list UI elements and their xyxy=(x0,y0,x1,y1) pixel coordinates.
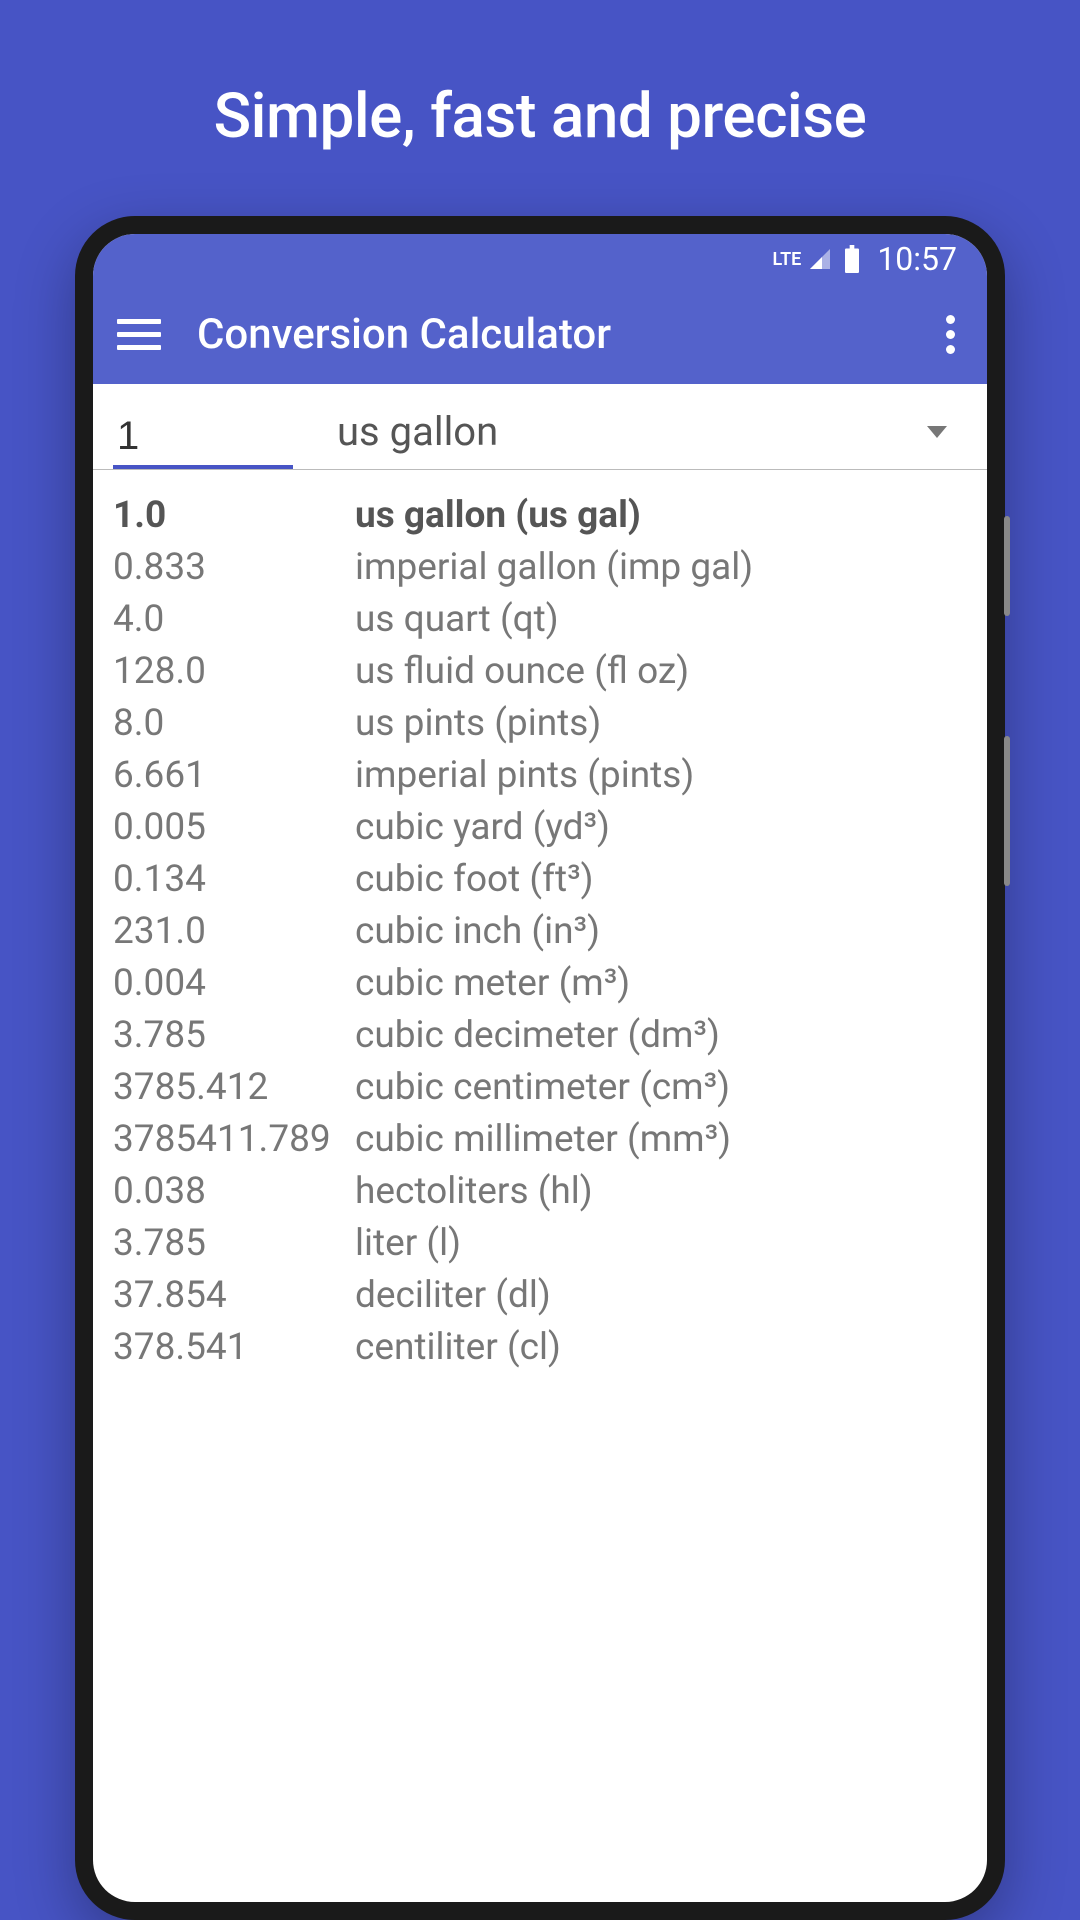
clock: 10:57 xyxy=(877,240,957,278)
result-unit: hectoliters (hl) xyxy=(353,1170,593,1213)
result-row[interactable]: 128.0us fluid ounce (fl oz) xyxy=(113,650,967,693)
result-row[interactable]: 0.038hectoliters (hl) xyxy=(113,1170,967,1213)
result-value: 378.541 xyxy=(113,1326,353,1369)
signal-icon xyxy=(807,247,833,271)
selected-unit-label: us gallon xyxy=(337,408,498,455)
result-row[interactable]: 3785411.789cubic millimeter (mm³) xyxy=(113,1118,967,1161)
result-value: 1.0 xyxy=(113,494,353,537)
result-row[interactable]: 378.541centiliter (cl) xyxy=(113,1326,967,1369)
result-value: 6.661 xyxy=(113,754,353,797)
unit-selector[interactable]: us gallon xyxy=(333,402,967,469)
result-value: 8.0 xyxy=(113,702,353,745)
phone-screen: LTE 10:57 Conversion Calculator us gallo… xyxy=(93,234,987,1902)
result-row[interactable]: 0.833imperial gallon (imp gal) xyxy=(113,546,967,589)
result-row[interactable]: 0.004cubic meter (m³) xyxy=(113,962,967,1005)
result-row[interactable]: 4.0us quart (qt) xyxy=(113,598,967,641)
result-value: 0.004 xyxy=(113,962,353,1005)
result-unit: cubic centimeter (cm³) xyxy=(353,1066,730,1109)
result-unit: cubic inch (in³) xyxy=(353,910,600,953)
result-unit: cubic yard (yd³) xyxy=(353,806,610,849)
status-bar: LTE 10:57 xyxy=(93,234,987,284)
battery-icon xyxy=(843,245,861,273)
quantity-input[interactable] xyxy=(113,408,293,469)
result-unit: us pints (pints) xyxy=(353,702,601,745)
result-unit: cubic millimeter (mm³) xyxy=(353,1118,731,1161)
result-value: 0.134 xyxy=(113,858,353,901)
network-indicator: LTE xyxy=(772,249,801,270)
more-options-icon[interactable] xyxy=(938,307,963,362)
result-value: 37.854 xyxy=(113,1274,353,1317)
result-value: 3.785 xyxy=(113,1222,353,1265)
result-row[interactable]: 6.661imperial pints (pints) xyxy=(113,754,967,797)
app-title: Conversion Calculator xyxy=(197,310,938,359)
results-list: 1.0us gallon (us gal)0.833imperial gallo… xyxy=(93,470,987,1402)
result-unit: us fluid ounce (fl oz) xyxy=(353,650,689,693)
result-unit: deciliter (dl) xyxy=(353,1274,551,1317)
result-row[interactable]: 37.854deciliter (dl) xyxy=(113,1274,967,1317)
result-unit: imperial gallon (imp gal) xyxy=(353,546,753,589)
result-value: 0.005 xyxy=(113,806,353,849)
app-bar: Conversion Calculator xyxy=(93,284,987,384)
result-unit: us gallon (us gal) xyxy=(353,494,641,537)
result-value: 231.0 xyxy=(113,910,353,953)
result-value: 3785.412 xyxy=(113,1066,353,1109)
result-value: 0.038 xyxy=(113,1170,353,1213)
result-value: 4.0 xyxy=(113,598,353,641)
result-value: 3785411.789 xyxy=(113,1118,353,1161)
result-row[interactable]: 3.785cubic decimeter (dm³) xyxy=(113,1014,967,1057)
input-row: us gallon xyxy=(93,384,987,470)
result-row[interactable]: 231.0cubic inch (in³) xyxy=(113,910,967,953)
result-unit: cubic meter (m³) xyxy=(353,962,630,1005)
phone-frame: LTE 10:57 Conversion Calculator us gallo… xyxy=(75,216,1005,1920)
result-unit: cubic decimeter (dm³) xyxy=(353,1014,720,1057)
result-unit: centiliter (cl) xyxy=(353,1326,561,1369)
result-value: 0.833 xyxy=(113,546,353,589)
result-row[interactable]: 0.005cubic yard (yd³) xyxy=(113,806,967,849)
phone-side-button xyxy=(1004,516,1010,616)
result-value: 128.0 xyxy=(113,650,353,693)
result-row[interactable]: 3.785liter (l) xyxy=(113,1222,967,1265)
result-unit: us quart (qt) xyxy=(353,598,559,641)
result-row[interactable]: 0.134cubic foot (ft³) xyxy=(113,858,967,901)
result-unit: imperial pints (pints) xyxy=(353,754,694,797)
menu-icon[interactable] xyxy=(117,312,161,356)
result-unit: cubic foot (ft³) xyxy=(353,858,594,901)
result-unit: liter (l) xyxy=(353,1222,461,1265)
chevron-down-icon xyxy=(927,426,947,438)
result-value: 3.785 xyxy=(113,1014,353,1057)
phone-side-button xyxy=(1004,736,1010,886)
result-row[interactable]: 1.0us gallon (us gal) xyxy=(113,494,967,537)
result-row[interactable]: 8.0us pints (pints) xyxy=(113,702,967,745)
result-row[interactable]: 3785.412cubic centimeter (cm³) xyxy=(113,1066,967,1109)
